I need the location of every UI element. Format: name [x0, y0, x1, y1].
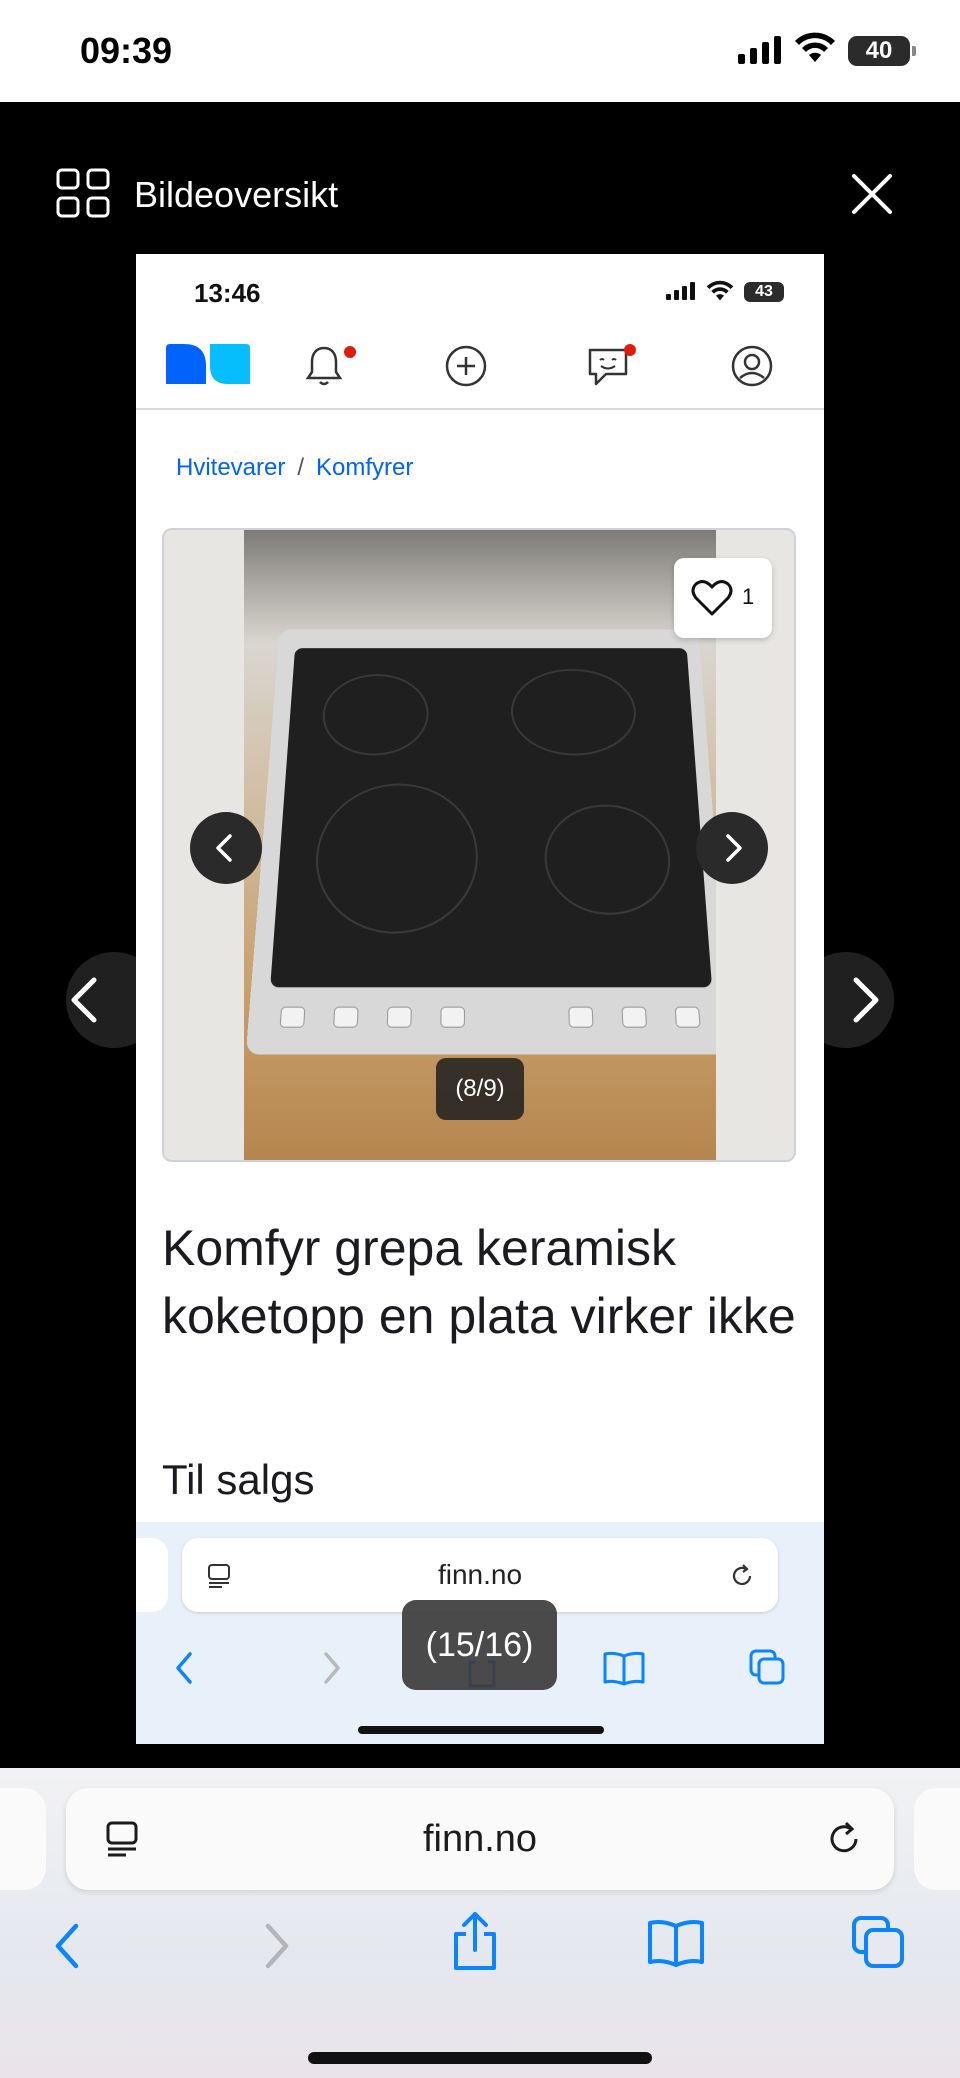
- ceramic-cooktop: [270, 648, 713, 988]
- safari-toolbar: finn.no: [0, 1768, 960, 2078]
- breadcrumb-komfyrer[interactable]: Komfyrer: [316, 454, 413, 481]
- preview-signal-icon: [666, 282, 695, 300]
- favorite-button[interactable]: 1: [674, 558, 772, 638]
- preview-back-icon: [176, 1652, 192, 1684]
- gallery-previous-button[interactable]: [190, 812, 262, 884]
- overview-title: Bildeoversikt: [134, 174, 339, 215]
- reload-icon: [732, 1564, 752, 1585]
- preview-bookmarks-icon: [603, 1651, 645, 1686]
- previous-tab-peek[interactable]: [0, 1788, 46, 1890]
- next-tab-peek[interactable]: [914, 1788, 960, 1890]
- chevron-right-icon: [726, 834, 742, 862]
- chevron-left-icon: [71, 977, 97, 1023]
- url-text: finn.no: [422, 1818, 538, 1860]
- forward-icon[interactable]: [256, 1918, 296, 1974]
- chevron-left-icon: [216, 834, 232, 862]
- bookmarks-icon[interactable]: [646, 1918, 706, 1968]
- breadcrumb-separator: /: [297, 454, 305, 481]
- favorite-count: 1: [742, 584, 755, 609]
- chevron-right-icon: [853, 977, 879, 1023]
- preview-forward-icon: [324, 1652, 340, 1684]
- stove-body: [245, 629, 716, 1055]
- preview-wifi-icon: [706, 280, 734, 301]
- gallery-next-button[interactable]: [696, 812, 768, 884]
- burner: [311, 783, 479, 934]
- screenshot-preview[interactable]: 13:46 43 Hvitevarer / Komfyrer 1 (8/9) K…: [136, 254, 824, 1744]
- add-listing-icon[interactable]: [444, 344, 488, 388]
- messages-badge: [624, 344, 636, 356]
- breadcrumb: Hvitevarer / Komfyrer: [176, 454, 413, 482]
- burner: [543, 804, 674, 915]
- burner: [320, 674, 430, 756]
- listing-status: Til salgs: [162, 1456, 315, 1503]
- address-bar[interactable]: finn.no: [66, 1788, 894, 1890]
- os-status-bar: 09:39 40: [0, 0, 960, 102]
- screenshot-page-counter: (15/16): [402, 1600, 557, 1690]
- finn-nav-bar: [136, 324, 824, 410]
- preview-battery: 43: [744, 282, 784, 302]
- image-counter: (8/9): [436, 1058, 524, 1120]
- preview-status-time: 13:46: [194, 278, 261, 308]
- heart-icon: [691, 580, 733, 616]
- grid-overview-icon[interactable]: [56, 168, 112, 220]
- preview-tab-peek: [136, 1538, 168, 1612]
- profile-icon[interactable]: [730, 344, 774, 388]
- stove-knobs: [269, 1005, 709, 1032]
- tabs-icon[interactable]: [850, 1914, 906, 1970]
- burner: [510, 668, 639, 756]
- image-gallery[interactable]: 1 (8/9): [162, 528, 796, 1162]
- reload-icon[interactable]: [824, 1818, 866, 1860]
- preview-home-indicator: [358, 1726, 604, 1734]
- preview-tabs-icon: [749, 1649, 785, 1685]
- listing-title: Komfyr grepa keramisk koketopp en plata …: [162, 1220, 796, 1344]
- battery-indicator: 40: [848, 36, 916, 66]
- cellular-signal-icon: [738, 36, 781, 64]
- wifi-icon: [795, 32, 835, 62]
- notifications-bell-icon[interactable]: [304, 344, 344, 388]
- finn-logo[interactable]: [166, 344, 250, 384]
- home-indicator: [308, 2052, 652, 2064]
- share-icon[interactable]: [450, 1910, 500, 1974]
- close-icon[interactable]: [850, 172, 894, 216]
- status-time: 09:39: [80, 30, 173, 71]
- back-icon[interactable]: [48, 1918, 88, 1974]
- notification-badge: [344, 346, 356, 358]
- breadcrumb-hvitevarer[interactable]: Hvitevarer: [176, 454, 285, 481]
